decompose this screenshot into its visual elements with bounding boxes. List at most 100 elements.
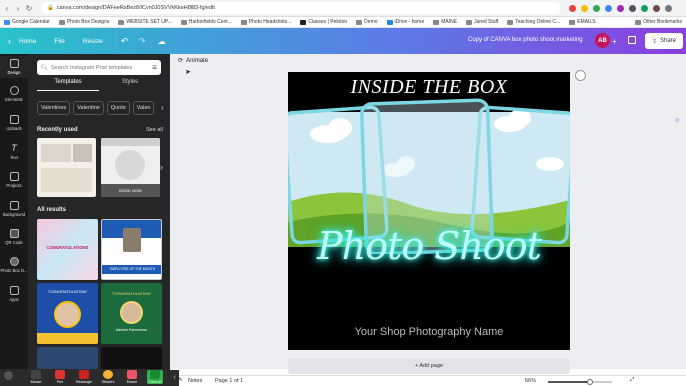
dock-mouse[interactable]: Mouse	[28, 370, 44, 384]
forward-icon[interactable]: ›	[14, 4, 22, 13]
bookmark-item[interactable]: WEBSITE SET UP...	[118, 19, 172, 25]
recent-template-thumb[interactable]	[37, 138, 96, 197]
dock-pen[interactable]: Pen	[52, 370, 68, 384]
bookmark-item[interactable]: Jared Stuff	[466, 19, 498, 25]
chip[interactable]: Valentines	[37, 101, 71, 115]
result-template-thumb[interactable]	[37, 347, 98, 369]
avatar[interactable]: AB	[595, 33, 610, 48]
tab-templates[interactable]: Templates	[37, 79, 99, 91]
dock-handle-icon[interactable]	[4, 371, 13, 380]
bookmark-item[interactable]: Classes | Peloton	[300, 19, 347, 25]
result-template-thumb[interactable]: "CONGRATULATION"	[37, 283, 98, 344]
design-footer[interactable]: Your Shop Photography Name	[288, 326, 570, 338]
rail-item-design[interactable]: Design	[0, 56, 28, 78]
dock-collapse-icon[interactable]: ‹	[170, 370, 179, 386]
bookmark-item[interactable]: Teaching Online C...	[507, 19, 560, 25]
bookmark-item[interactable]: EMAILS	[569, 19, 596, 25]
neon-headline[interactable]: Photo Shoot	[288, 224, 570, 268]
extension-icon[interactable]	[569, 4, 576, 12]
bookmark-item[interactable]: Photo Headshots...	[240, 19, 291, 25]
bookmark-item[interactable]: MAINE	[433, 19, 457, 25]
bookmark-item[interactable]: Demo	[356, 19, 378, 25]
page-indicator[interactable]: Page 1 of 1	[215, 378, 243, 384]
extension-icon[interactable]	[593, 4, 600, 12]
bottom-bar: ✎ Notes Page 1 of 1 66% ⤢	[170, 375, 686, 386]
file-menu-button[interactable]: File	[54, 38, 64, 45]
dock-clear-all[interactable]: Clear All	[147, 370, 163, 384]
dock-stickers[interactable]: Stickers	[100, 370, 116, 384]
chip[interactable]: Valentine	[73, 101, 104, 115]
bookmark-item[interactable]: Google Calendar	[4, 19, 50, 25]
filter-icon[interactable]: ☰	[152, 65, 157, 71]
extension-icon[interactable]	[581, 4, 588, 12]
dock-eraser[interactable]: Eraser	[124, 370, 140, 384]
comment-icon[interactable]	[575, 70, 586, 81]
rail-item-projects[interactable]: Projects	[0, 172, 28, 188]
design-page[interactable]: INSIDE THE BOX Photo Shoot Your Shop Pho…	[288, 72, 570, 350]
result-template-thumb[interactable]	[101, 347, 162, 369]
thumb-headline: "CONGRATULATION"	[111, 291, 152, 296]
address-bar[interactable]: 🔒 canva.com/design/DAFeeRsBez8/lCvn0J0SV…	[41, 2, 561, 14]
bookmark-item[interactable]: Photo Box Designs	[58, 19, 109, 25]
rail-item-qr-code[interactable]: QR Code	[0, 229, 28, 245]
result-template-thumb[interactable]: EMPLOYEE OF THE MONTH	[101, 219, 162, 280]
template-search-input[interactable]: 🔍︎ Search Instagram Post templates ☰	[37, 60, 161, 75]
cloud-save-icon[interactable]: ☁	[158, 37, 166, 46]
other-bookmarks[interactable]: Other Bookmarks	[635, 19, 682, 25]
dock-rectangle[interactable]: Rectangle	[76, 370, 92, 384]
zoom-slider[interactable]	[548, 379, 612, 385]
document-title[interactable]: Copy of CANVA box photo shoot marketing	[468, 37, 583, 43]
home-button[interactable]: Home	[19, 38, 36, 45]
rail-item-background[interactable]: Background	[0, 201, 28, 217]
result-template-thumb[interactable]: "CONGRATULATION" Adeline Palmerston	[101, 283, 162, 344]
recent-next-icon[interactable]: ›	[160, 162, 163, 172]
extension-icon[interactable]	[641, 4, 648, 12]
folder-icon	[9, 172, 19, 181]
folder-icon	[58, 19, 65, 25]
undo-icon[interactable]: ↶	[121, 36, 129, 47]
zoom-slider-knob[interactable]	[587, 379, 594, 385]
bookmark-item[interactable]: iDrive - home	[386, 19, 424, 25]
rail-item-photo-box[interactable]: Photo Box D...	[0, 257, 28, 273]
animate-icon: ⟳	[178, 58, 184, 64]
redo-icon[interactable]: ↷	[138, 36, 146, 47]
all-results-heading: All results	[37, 207, 67, 213]
profile-icon[interactable]	[653, 4, 660, 12]
chips-next-icon[interactable]: ›	[161, 103, 164, 112]
rail-item-text[interactable]: T Text	[0, 144, 28, 161]
add-page-button[interactable]: + Add page	[288, 358, 570, 374]
rail-item-uploads[interactable]: Uploads	[0, 115, 28, 131]
tab-styles[interactable]: Styles	[99, 79, 161, 91]
background-icon	[9, 201, 19, 210]
recent-template-thumb[interactable]: BOOK NOW	[101, 138, 160, 197]
thumb-photo	[54, 301, 81, 328]
back-chevron-icon[interactable]: ‹	[8, 36, 11, 46]
bookmark-item[interactable]: Harborfields Cent...	[180, 19, 232, 25]
menu-icon[interactable]	[665, 4, 672, 12]
result-template-thumb[interactable]: CONGRATULATIONS	[37, 219, 98, 280]
fullscreen-icon[interactable]: ⤢	[630, 377, 634, 384]
folder-icon	[507, 19, 514, 25]
animate-button[interactable]: ⟳ Animate	[178, 57, 208, 65]
add-collaborator-icon[interactable]: +	[612, 37, 617, 46]
share-button[interactable]: ⇪ Share	[645, 33, 683, 49]
eraser-icon	[127, 370, 137, 379]
extension-icon[interactable]	[605, 4, 612, 12]
extension-icon[interactable]	[617, 4, 624, 12]
thumb-caption: BOOK NOW	[101, 184, 160, 197]
rail-item-elements[interactable]: Elements	[0, 86, 28, 102]
rail-item-apps[interactable]: Apps	[0, 286, 28, 302]
see-all-link[interactable]: See all	[146, 127, 163, 133]
design-title[interactable]: INSIDE THE BOX	[288, 76, 570, 99]
elements-icon	[9, 86, 19, 95]
notes-button[interactable]: Notes	[188, 378, 202, 384]
back-icon[interactable]: ‹	[3, 4, 11, 13]
magic-icon[interactable]: ✧	[674, 116, 681, 125]
analytics-icon[interactable]	[628, 36, 636, 44]
zoom-value[interactable]: 66%	[525, 378, 536, 384]
chip[interactable]: Quote	[106, 101, 130, 115]
extension-icon[interactable]	[629, 4, 636, 12]
reload-icon[interactable]: ↻	[25, 4, 33, 13]
chip[interactable]: Valen	[132, 101, 155, 115]
resize-button[interactable]: Resize	[83, 38, 103, 45]
